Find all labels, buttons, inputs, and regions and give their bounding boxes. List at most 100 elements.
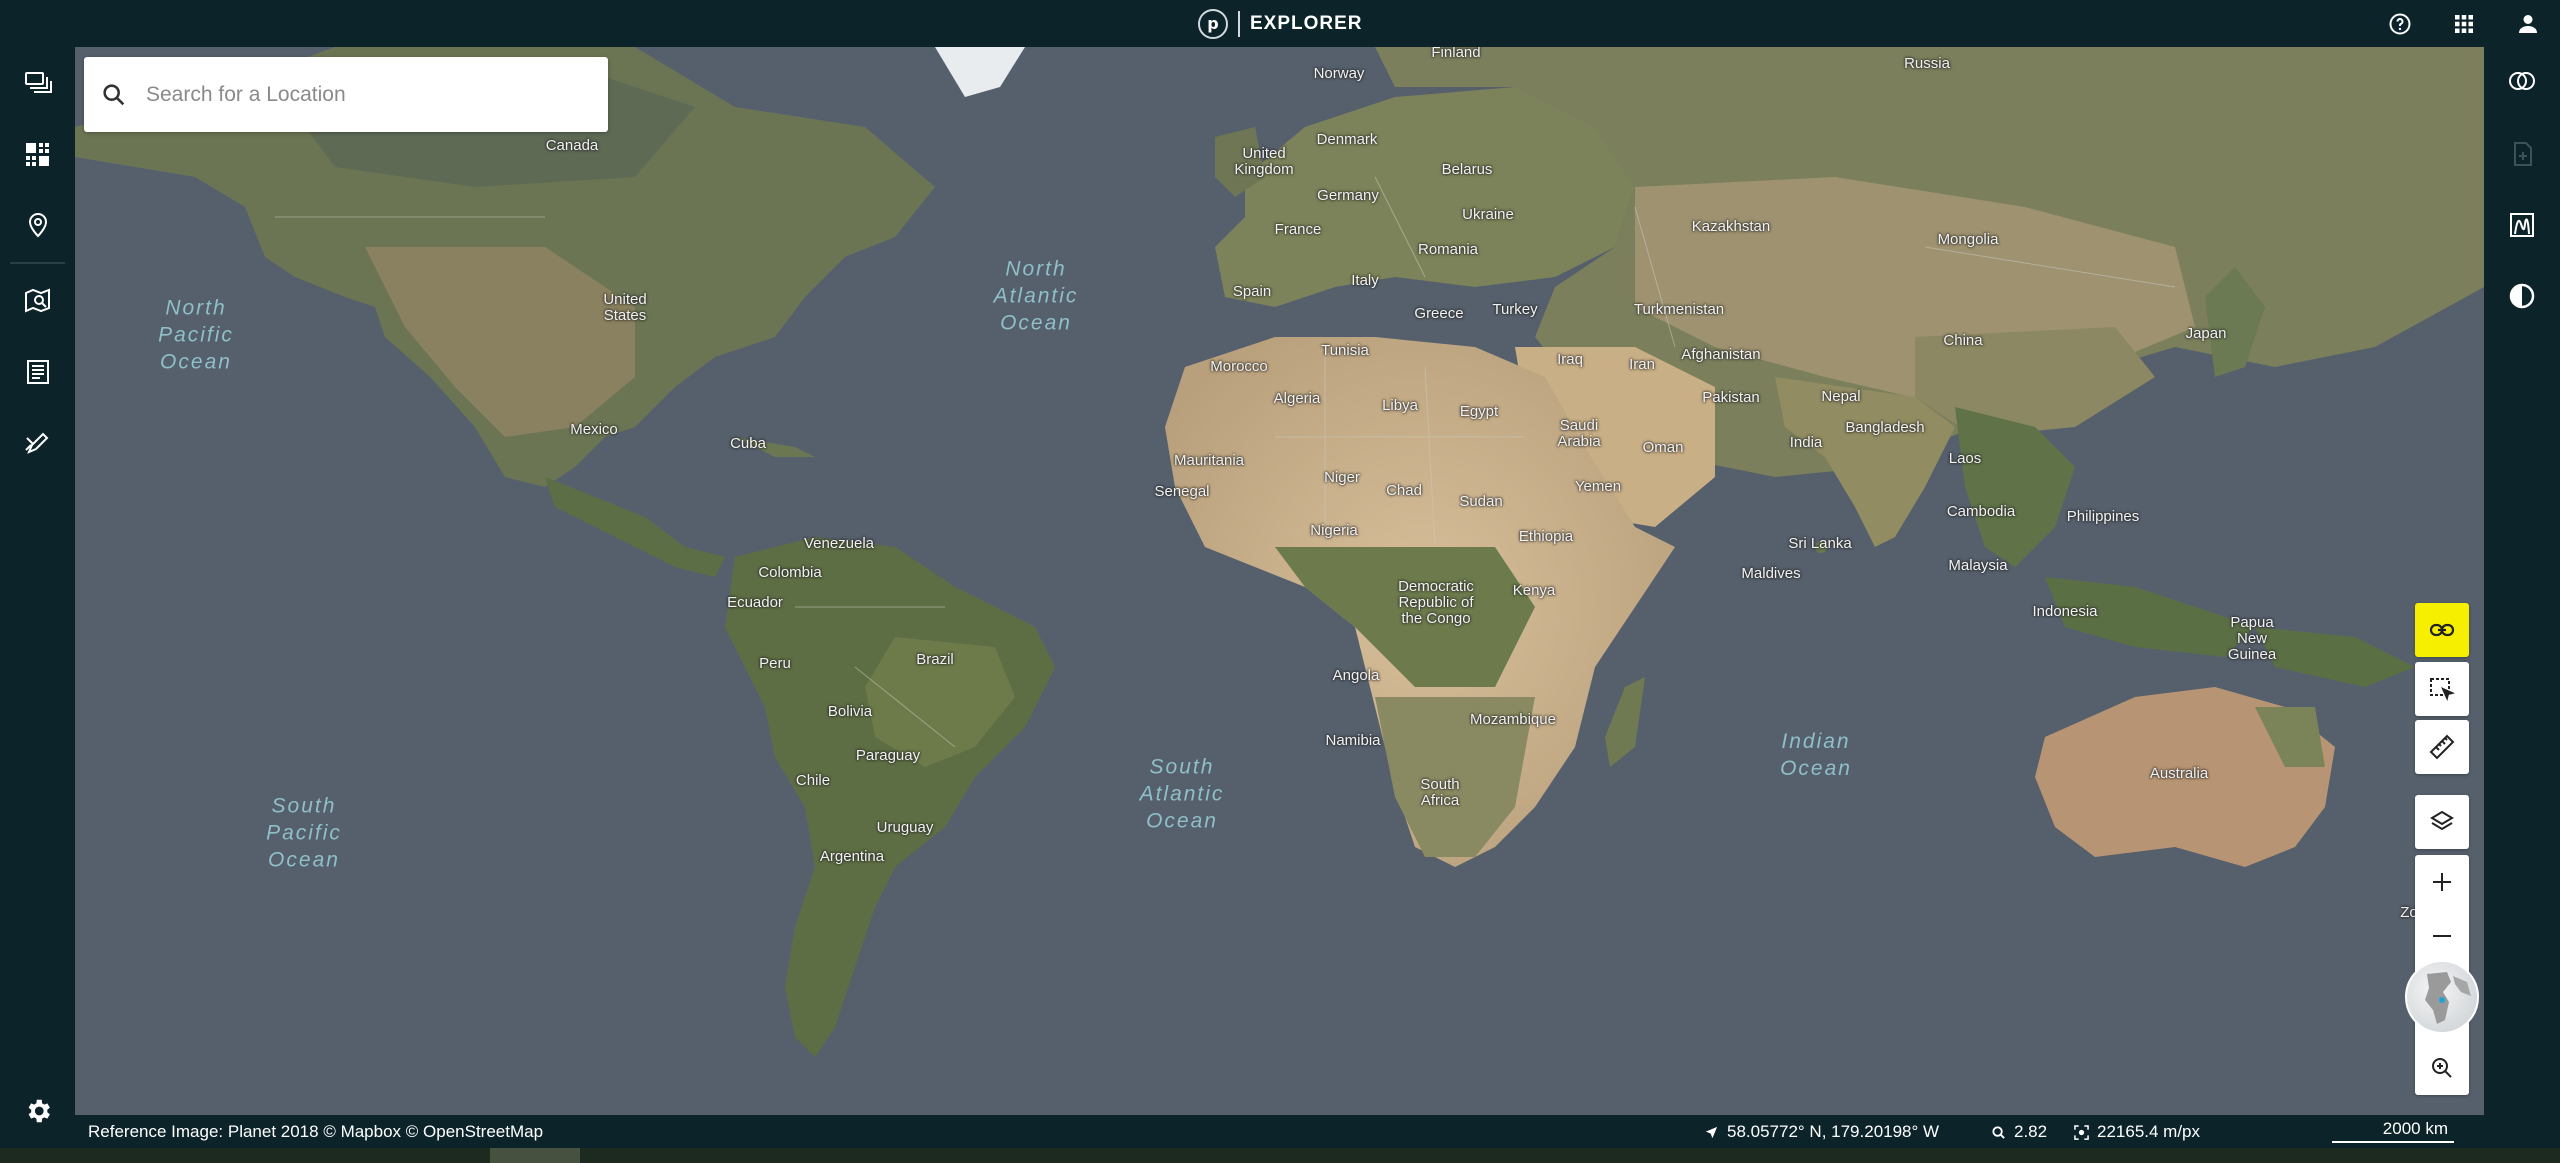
country-label: Namibia <box>1325 732 1381 749</box>
country-label: Turkmenistan <box>1633 301 1725 318</box>
zoom-in-button[interactable] <box>2415 855 2469 909</box>
measure-button[interactable] <box>2415 720 2469 774</box>
country-label: Egypt <box>1459 403 1499 420</box>
user-account-button[interactable] <box>2496 0 2560 47</box>
country-label: Ethiopia <box>1518 528 1574 545</box>
search-input[interactable] <box>146 82 576 107</box>
country-label: Uruguay <box>876 819 934 836</box>
ocean-label: North Atlantic Ocean <box>993 257 1079 335</box>
layers-stack-icon <box>24 72 52 93</box>
layers-stack-button[interactable] <box>0 54 75 114</box>
top-right-actions <box>2368 0 2560 47</box>
coordinates-text: 58.05772° N, 179.20198° W <box>1727 1122 1940 1141</box>
country-label: Romania <box>1417 241 1479 258</box>
country-label: Niger <box>1324 469 1360 486</box>
country-label: Argentina <box>819 848 885 865</box>
country-label: Mexico <box>570 421 618 438</box>
country-label: Venezuela <box>803 535 875 552</box>
brand-divider <box>1238 10 1240 37</box>
country-label: Democratic Republic of the Congo <box>1398 578 1474 627</box>
draw-tool-button[interactable] <box>0 413 75 473</box>
select-area-icon <box>2430 678 2456 702</box>
mosaic-grid-button[interactable] <box>0 124 75 184</box>
apps-button[interactable] <box>2432 0 2496 47</box>
contrast-icon <box>2509 283 2535 309</box>
zoom-level: 2.82 <box>1991 1122 2047 1142</box>
top-bar: p EXPLORER <box>0 0 2560 47</box>
country-label: Laos <box>1948 450 1982 467</box>
location-pin-icon <box>28 213 47 238</box>
settings-button[interactable] <box>0 1081 75 1141</box>
sidebar-divider <box>10 262 65 264</box>
help-button[interactable] <box>2368 0 2432 47</box>
country-label: China <box>1943 332 1983 349</box>
location-pin-button[interactable] <box>0 195 75 255</box>
attribution-text[interactable]: Reference Image: Planet 2018 © Mapbox © … <box>88 1122 543 1142</box>
ocean-label: Indian Ocean <box>1780 730 1852 780</box>
report-button[interactable] <box>0 342 75 402</box>
country-label: Iran <box>1629 356 1655 373</box>
country-label: South Africa <box>1420 776 1460 809</box>
country-label: Angola <box>1332 667 1380 684</box>
country-label: Brazil <box>916 651 954 668</box>
cursor-coordinates: 58.05772° N, 179.20198° W <box>1704 1122 1939 1142</box>
add-image-button[interactable] <box>2484 124 2560 184</box>
compare-button[interactable] <box>2484 51 2560 111</box>
resolution-text: 22165.4 m/px <box>2097 1122 2201 1141</box>
contrast-button[interactable] <box>2484 266 2560 326</box>
country-label: Indonesia <box>2032 603 2098 620</box>
status-bar: Reference Image: Planet 2018 © Mapbox © … <box>75 1115 2484 1148</box>
layers-button[interactable] <box>2415 795 2469 849</box>
zoom-to-extent-button[interactable] <box>2415 1041 2469 1095</box>
ruler-icon <box>2429 734 2455 760</box>
country-label: Chad <box>1386 482 1422 499</box>
country-label: Spain <box>1232 283 1272 300</box>
layers-icon <box>2430 810 2454 831</box>
share-link-button[interactable] <box>2415 603 2469 657</box>
report-icon <box>26 360 49 384</box>
country-label: Germany <box>1317 187 1379 204</box>
location-search-box[interactable] <box>84 57 608 132</box>
country-label: Belarus <box>1441 161 1493 178</box>
country-label: Saudi Arabia <box>1557 417 1601 450</box>
country-label: Paraguay <box>855 747 921 764</box>
country-label: Algeria <box>1273 390 1321 407</box>
right-sidebar <box>2484 47 2560 1148</box>
country-label: Australia <box>2149 765 2209 782</box>
country-label: Pakistan <box>1702 389 1760 406</box>
satellite-basemap <box>75 47 2484 1057</box>
map-canvas[interactable]: North Pacific Ocean North Atlantic Ocean… <box>75 47 2484 1115</box>
search-icon <box>103 83 125 105</box>
map-search-button[interactable] <box>0 271 75 331</box>
add-image-icon <box>2514 142 2532 166</box>
mosaic-grid-icon <box>25 143 49 166</box>
country-label: Mauritania <box>1173 452 1245 469</box>
country-label: Morocco <box>1210 358 1268 375</box>
search-small-icon <box>1992 1125 2005 1139</box>
country-label: Denmark <box>1316 131 1378 148</box>
ocean-label: South Atlantic Ocean <box>1139 755 1225 833</box>
country-label: Bolivia <box>827 703 873 720</box>
globe-overview[interactable] <box>2405 960 2479 1034</box>
country-label: Nepal <box>1821 388 1861 405</box>
country-label: India <box>1789 434 1823 451</box>
brand[interactable]: p EXPLORER <box>1198 7 1363 40</box>
country-label: Mongolia <box>1937 231 1999 248</box>
country-label: Senegal <box>1154 483 1210 500</box>
settings-gear-icon <box>28 1099 50 1123</box>
navigation-arrow-icon <box>1705 1126 1718 1138</box>
select-area-button[interactable] <box>2415 662 2469 716</box>
planet-logo-icon: p <box>1198 8 1228 39</box>
zoom-out-icon <box>2433 935 2451 937</box>
country-label: Kenya <box>1512 582 1556 599</box>
country-label: Kazakhstan <box>1691 218 1771 235</box>
ocean-label: North Pacific Ocean <box>158 296 234 374</box>
zoom-out-button[interactable] <box>2415 909 2469 963</box>
country-label: Libya <box>1382 397 1418 414</box>
country-label: Turkey <box>1492 301 1538 318</box>
country-label: France <box>1274 221 1322 238</box>
taskbar-tab <box>490 1148 580 1163</box>
elevation-button[interactable] <box>2484 195 2560 255</box>
compare-icon <box>2509 72 2535 90</box>
country-label: Nigeria <box>1310 522 1358 539</box>
